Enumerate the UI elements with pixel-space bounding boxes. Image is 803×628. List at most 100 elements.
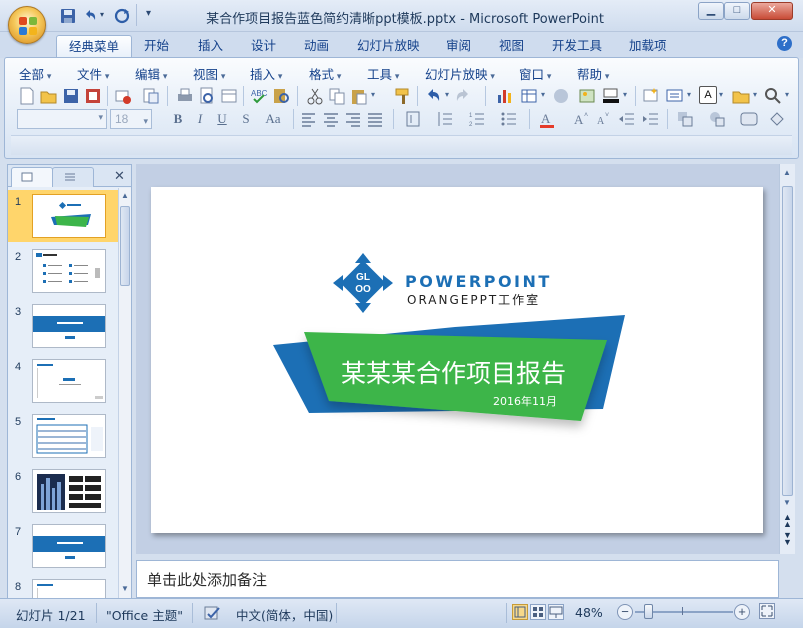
bold-button[interactable]: B: [169, 110, 187, 128]
tab-home[interactable]: 开始: [132, 35, 181, 58]
slide-thumbnail-2[interactable]: 2: [8, 245, 118, 297]
previous-slide-icon[interactable]: ▲ ▲: [783, 513, 792, 529]
print-preview-icon[interactable]: [197, 86, 217, 106]
redo-toolbar-icon[interactable]: [453, 86, 473, 106]
tab-view[interactable]: 视图: [487, 35, 536, 58]
undo-toolbar-icon[interactable]: [423, 86, 443, 106]
bullets-icon[interactable]: [499, 109, 519, 129]
grow-font-icon[interactable]: A ˄: [571, 109, 591, 129]
font-name-select[interactable]: ▾: [17, 109, 107, 129]
slides-panel-scrollbar[interactable]: ▲ ▼: [118, 188, 131, 598]
slide-thumbnail-4[interactable]: 4: [8, 355, 118, 407]
chart-icon[interactable]: [495, 86, 515, 106]
shadow-button[interactable]: S: [237, 110, 255, 128]
tab-review[interactable]: 审阅: [434, 35, 483, 58]
new-icon[interactable]: [17, 86, 37, 106]
scroll-down-icon[interactable]: ▼: [121, 584, 129, 593]
copy-icon[interactable]: [327, 86, 347, 106]
align-right-icon[interactable]: [343, 109, 363, 129]
tab-design[interactable]: 设计: [239, 35, 288, 58]
layout-icon[interactable]: [219, 86, 239, 106]
zoom-slider-thumb[interactable]: [643, 604, 653, 619]
font-color-icon[interactable]: A: [537, 109, 557, 129]
find-icon[interactable]: [763, 86, 783, 106]
font-size-select[interactable]: 18 ▾: [110, 109, 152, 129]
decrease-indent-icon[interactable]: [617, 109, 637, 129]
print-icon[interactable]: [175, 86, 195, 106]
notes-pane[interactable]: 单击此处添加备注: [136, 560, 779, 598]
folder-dropdown-icon[interactable]: ▾: [753, 90, 757, 99]
scroll-thumb[interactable]: [120, 206, 130, 286]
picture-icon[interactable]: [577, 86, 597, 106]
fill-color-dropdown-icon[interactable]: ▾: [623, 90, 627, 99]
close-button[interactable]: ✕: [751, 2, 793, 20]
arrange-icon[interactable]: [675, 109, 695, 129]
close-panel-icon[interactable]: ✕: [114, 168, 125, 184]
slideshow-view-button[interactable]: [548, 604, 564, 620]
align-left-icon[interactable]: [299, 109, 319, 129]
slide-thumbnail-7[interactable]: 7: [8, 520, 118, 572]
redo-icon[interactable]: [114, 8, 130, 24]
zoom-in-button[interactable]: +: [734, 604, 750, 620]
menu-format[interactable]: 格式: [309, 64, 341, 83]
tab-addins[interactable]: 加载项: [617, 35, 679, 58]
research-icon[interactable]: [271, 86, 291, 106]
shape-fill-icon[interactable]: [767, 109, 787, 129]
slide-thumbnail-6[interactable]: 6: [8, 465, 118, 517]
normal-view-button[interactable]: [512, 604, 528, 620]
save-icon-toolbar[interactable]: [61, 86, 81, 106]
menu-slideshow[interactable]: 幻灯片放映: [425, 64, 495, 83]
permission-icon[interactable]: [83, 86, 103, 106]
format-painter-icon[interactable]: [393, 86, 413, 106]
table-dropdown-icon[interactable]: ▾: [541, 90, 545, 99]
spelling-status-icon[interactable]: [204, 605, 222, 624]
menu-tools[interactable]: 工具: [367, 64, 399, 83]
layout-dropdown-icon[interactable]: ▾: [687, 90, 691, 99]
menu-window[interactable]: 窗口: [519, 64, 551, 83]
increase-indent-icon[interactable]: [641, 109, 661, 129]
scroll-thumb[interactable]: [782, 186, 793, 496]
fit-to-window-icon[interactable]: [759, 603, 775, 619]
tab-developer[interactable]: 开发工具: [540, 35, 614, 58]
open-icon[interactable]: [39, 86, 59, 106]
scroll-up-icon[interactable]: ▲: [783, 168, 791, 177]
language-status[interactable]: 中文(简体，中国): [236, 605, 333, 624]
slide-thumbnail-8[interactable]: 8: [8, 575, 118, 598]
change-case-button[interactable]: Aa: [259, 110, 287, 128]
editor-scrollbar[interactable]: ▲ ▼ ▲ ▲ ▼ ▼: [779, 164, 795, 554]
save-icon[interactable]: [60, 8, 76, 24]
tab-slideshow[interactable]: 幻灯片放映: [345, 35, 432, 58]
slide-thumbnail-5[interactable]: 5: [8, 410, 118, 462]
maximize-button[interactable]: □: [724, 2, 750, 20]
numbering-icon[interactable]: 12: [467, 109, 487, 129]
menu-all[interactable]: 全部: [19, 64, 51, 83]
tab-classic-menu[interactable]: 经典菜单: [56, 35, 133, 58]
slide-layout-icon[interactable]: [665, 86, 685, 106]
tab-animations[interactable]: 动画: [292, 35, 341, 58]
tab-insert[interactable]: 插入: [186, 35, 235, 58]
office-button[interactable]: [8, 6, 46, 44]
shrink-font-icon[interactable]: A ˅: [593, 109, 613, 129]
scroll-down-icon[interactable]: ▼: [783, 498, 791, 507]
publish-icon[interactable]: [141, 86, 161, 106]
paste-icon[interactable]: [349, 86, 369, 106]
paste-dropdown-icon[interactable]: ▾: [371, 90, 375, 99]
spelling-icon[interactable]: ABC: [249, 86, 269, 106]
tab-outline[interactable]: [52, 167, 94, 187]
line-spacing-icon[interactable]: [435, 109, 455, 129]
email-icon[interactable]: [113, 86, 133, 106]
minimize-button[interactable]: ▁: [698, 2, 724, 20]
clipart-icon[interactable]: [551, 86, 571, 106]
quick-styles-icon[interactable]: [739, 109, 759, 129]
customize-qat-icon[interactable]: ▾: [146, 8, 151, 19]
menu-insert[interactable]: 插入: [250, 64, 282, 83]
tab-slides[interactable]: [11, 167, 53, 187]
menu-view[interactable]: 视图: [193, 64, 225, 83]
fill-color-icon[interactable]: [601, 86, 621, 106]
next-slide-icon[interactable]: ▼ ▼: [783, 531, 792, 547]
shapes-icon[interactable]: [707, 109, 727, 129]
cut-icon[interactable]: [305, 86, 325, 106]
help-icon[interactable]: ?: [777, 36, 792, 51]
slide-thumbnail-3[interactable]: 3: [8, 300, 118, 352]
align-center-icon[interactable]: [321, 109, 341, 129]
